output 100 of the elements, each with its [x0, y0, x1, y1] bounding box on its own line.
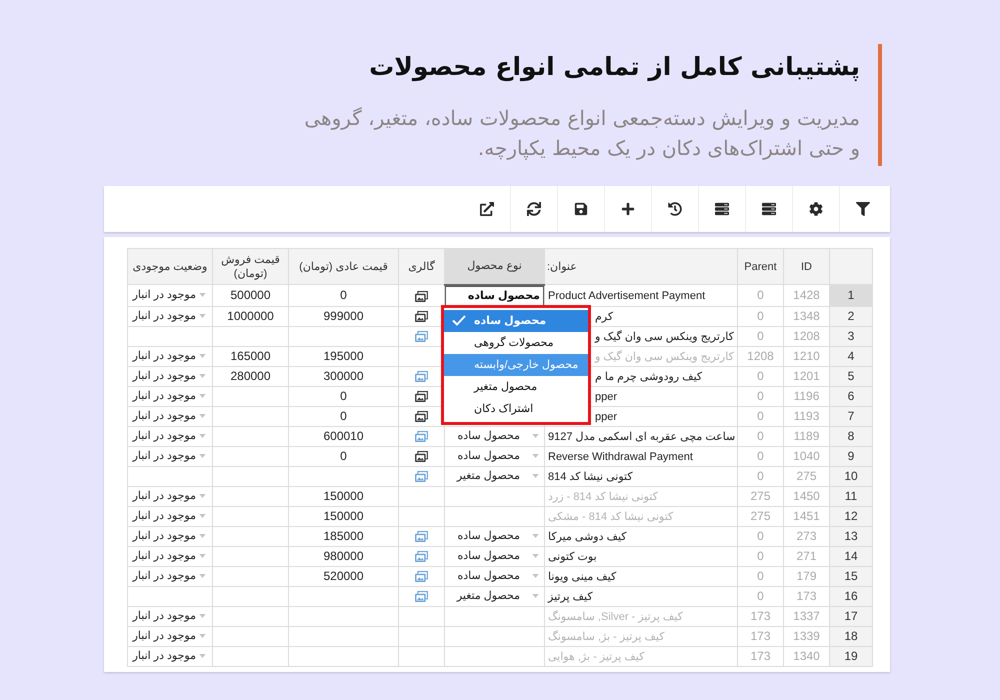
- table-cell: 1340: [784, 646, 830, 666]
- stock-select[interactable]: موجود در انبار: [128, 647, 212, 665]
- caret-icon: [199, 554, 206, 558]
- stock-select[interactable]: موجود در انبار: [128, 547, 212, 565]
- table-cell: 275: [784, 466, 830, 486]
- table-cell: 1348: [784, 306, 830, 326]
- table-cell: 0: [288, 446, 398, 466]
- gallery-icon[interactable]: [415, 311, 428, 322]
- row-header[interactable]: 11: [830, 486, 872, 506]
- table-cell: 165000: [212, 346, 288, 366]
- stock-select[interactable]: موجود در انبار: [128, 507, 212, 525]
- row-header[interactable]: 13: [830, 526, 872, 546]
- caret-icon: [199, 314, 206, 318]
- stock-select[interactable]: موجود در انبار: [128, 447, 212, 465]
- row-header[interactable]: 5: [830, 366, 872, 386]
- type-select[interactable]: محصول ساده: [445, 567, 544, 585]
- table-cell: 999000: [288, 306, 398, 326]
- caret-icon: [199, 574, 206, 578]
- dropdown-option[interactable]: محصول ساده: [444, 310, 588, 332]
- caret-icon: [199, 634, 206, 638]
- row-header[interactable]: 18: [830, 626, 872, 646]
- caret-icon: [199, 614, 206, 618]
- column-header[interactable]: ID: [784, 248, 830, 284]
- table-cell: 1000000: [212, 306, 288, 326]
- type-select[interactable]: محصول متغیر: [445, 467, 544, 485]
- caret-icon: [532, 474, 539, 478]
- column-header[interactable]: نوع محصول: [444, 248, 544, 284]
- column-header[interactable]: قیمت فروش (تومان): [212, 248, 288, 284]
- table-cell: 0: [738, 326, 784, 346]
- stock-select[interactable]: موجود در انبار: [128, 407, 212, 425]
- table-cell: کیف دوشی میرکا: [548, 530, 627, 542]
- table-cell: 195000: [288, 346, 398, 366]
- row-header[interactable]: 9: [830, 446, 872, 466]
- stock-select[interactable]: موجود در انبار: [128, 567, 212, 585]
- row-header[interactable]: 16: [830, 586, 872, 606]
- stock-select[interactable]: موجود در انبار: [128, 487, 212, 505]
- table-cell: کتونی نیشا کد 814 - زرد: [548, 490, 658, 502]
- row-header[interactable]: 19: [830, 646, 872, 666]
- table-cell: 0: [738, 406, 784, 426]
- cell-editor[interactable]: محصول ساده: [445, 286, 544, 306]
- stock-select[interactable]: موجود در انبار: [128, 347, 212, 365]
- row-header[interactable]: 6: [830, 386, 872, 406]
- table-cell: کیف پرتیز - بژ, هوایی: [548, 650, 644, 662]
- column-header[interactable]: وضعیت موجودی: [128, 248, 212, 284]
- stock-select[interactable]: موجود در انبار: [128, 607, 212, 625]
- row-header[interactable]: 7: [830, 406, 872, 426]
- type-select[interactable]: محصول ساده: [445, 527, 544, 545]
- filter-icon: [856, 202, 870, 216]
- table-cell: 1428: [784, 284, 830, 306]
- table-cell: 273: [784, 526, 830, 546]
- table-cell: 173: [738, 626, 784, 646]
- stock-select[interactable]: موجود در انبار: [128, 527, 212, 545]
- table-cell: 600010: [288, 426, 398, 446]
- caret-icon: [199, 394, 206, 398]
- column-header[interactable]: Parent: [738, 248, 784, 284]
- type-dropdown[interactable]: محصول ساده محصولات گروهی محصول خارجی/وابسته محصول متغیر اشتراک دکان: [441, 304, 591, 424]
- table-cell: 0: [288, 284, 398, 306]
- row-header[interactable]: 17: [830, 606, 872, 626]
- gallery-icon[interactable]: [415, 290, 428, 302]
- gallery-icon[interactable]: [415, 391, 428, 402]
- stock-select[interactable]: موجود در انبار: [128, 286, 212, 304]
- table-cell: کیف پرتیز: [548, 590, 593, 602]
- table-cell: 1337: [784, 606, 830, 626]
- table-cell: pper: [595, 410, 618, 422]
- stock-select[interactable]: موجود در انبار: [128, 627, 212, 645]
- row-header[interactable]: 14: [830, 546, 872, 566]
- table-cell: 0: [738, 284, 784, 306]
- table-cell: 300000: [288, 366, 398, 386]
- row-header[interactable]: 12: [830, 506, 872, 526]
- row-header[interactable]: 15: [830, 566, 872, 586]
- row-header[interactable]: 4: [830, 346, 872, 366]
- type-select[interactable]: محصول ساده: [445, 447, 544, 465]
- row-header[interactable]: 8: [830, 426, 872, 446]
- stock-select[interactable]: موجود در انبار: [128, 307, 212, 325]
- table-cell: 150000: [288, 506, 398, 526]
- table-cell: 1040: [784, 446, 830, 466]
- caret-icon: [199, 514, 206, 518]
- row-header[interactable]: 10: [830, 466, 872, 486]
- table-cell: 0: [738, 546, 784, 566]
- stock-select[interactable]: موجود در انبار: [128, 367, 212, 385]
- stock-select[interactable]: موجود در انبار: [128, 427, 212, 445]
- caret-icon: [532, 574, 539, 578]
- type-select[interactable]: محصول ساده: [445, 427, 544, 445]
- caret-icon: [199, 454, 206, 458]
- gallery-icon[interactable]: [415, 451, 428, 462]
- type-select[interactable]: محصول متغیر: [445, 587, 544, 605]
- table-cell: 520000: [288, 566, 398, 586]
- table-cell: 150000: [288, 486, 398, 506]
- row-header[interactable]: 1: [830, 284, 872, 306]
- stock-select[interactable]: موجود در انبار: [128, 387, 212, 405]
- row-header[interactable]: 3: [830, 326, 872, 346]
- column-header[interactable]: قیمت عادی (تومان): [288, 248, 398, 284]
- column-header[interactable]: عنوان:: [544, 248, 738, 284]
- gallery-icon[interactable]: [415, 411, 428, 422]
- type-select[interactable]: محصول ساده: [445, 547, 544, 565]
- settings-icon: [809, 202, 823, 216]
- table-cell: 0: [738, 466, 784, 486]
- caret-icon: [199, 354, 206, 358]
- column-header[interactable]: گالری: [398, 248, 444, 284]
- row-header[interactable]: 2: [830, 306, 872, 326]
